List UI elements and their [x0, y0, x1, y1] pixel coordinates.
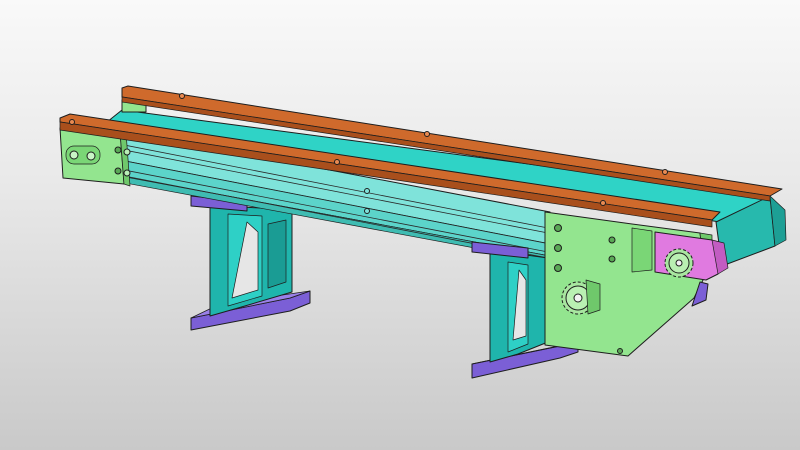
- support-leg-rear: [190, 195, 311, 331]
- conveyor-model: [59, 85, 787, 379]
- drive-sprocket-upper: [664, 248, 694, 278]
- cad-viewport[interactable]: [0, 0, 800, 450]
